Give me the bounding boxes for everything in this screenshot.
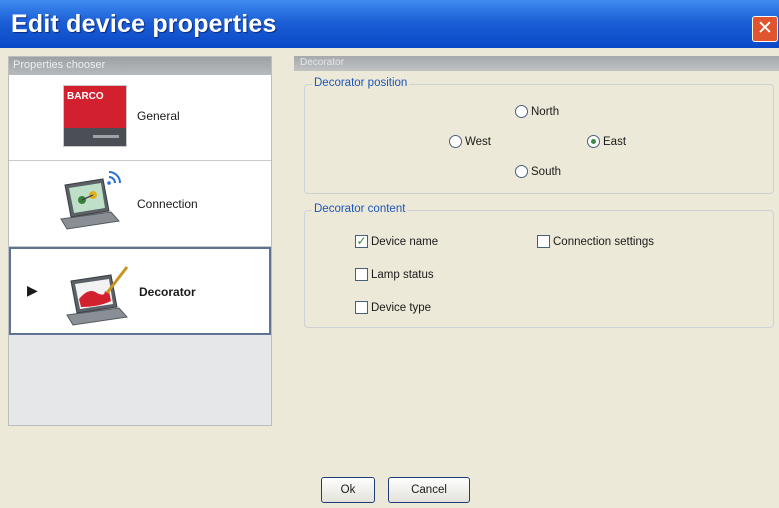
decorator-position-label: Decorator position bbox=[312, 77, 410, 89]
radio-east[interactable]: East bbox=[587, 135, 626, 148]
properties-chooser-header: Properties chooser bbox=[9, 57, 271, 75]
decorator-content-group: Decorator content ✓ Device name Connecti… bbox=[304, 203, 774, 328]
checkbox-lamp-status-label: Lamp status bbox=[371, 268, 434, 281]
properties-chooser-title: Properties chooser bbox=[13, 59, 106, 71]
checkbox-device-type-box[interactable] bbox=[355, 301, 368, 314]
selection-arrow-icon: ▶ bbox=[27, 283, 38, 299]
decorator-panel-title: Decorator bbox=[300, 57, 344, 68]
radio-south-label: South bbox=[531, 165, 562, 178]
radio-west[interactable]: West bbox=[449, 135, 491, 148]
barco-logo-text: BARCO bbox=[67, 91, 104, 102]
title-bar: Edit device properties ✕ bbox=[0, 0, 779, 48]
window-title: Edit device properties bbox=[11, 10, 277, 38]
radio-east-label: East bbox=[603, 135, 627, 148]
barco-logo-icon: BARCO bbox=[63, 85, 127, 147]
decorator-content-label: Decorator content bbox=[312, 203, 408, 215]
checkbox-device-type[interactable]: Device type bbox=[355, 301, 431, 314]
ok-button[interactable]: Ok bbox=[321, 477, 375, 503]
close-button[interactable]: ✕ bbox=[752, 16, 778, 42]
laptop-wireless-icon bbox=[60, 171, 121, 230]
checkbox-device-name[interactable]: ✓ Device name bbox=[355, 235, 438, 248]
checkbox-connection-settings-box[interactable] bbox=[537, 235, 550, 248]
decorator-panel: Decorator Decorator position North West … bbox=[294, 56, 779, 426]
radio-south[interactable]: South bbox=[515, 165, 561, 178]
radio-north-circle[interactable] bbox=[515, 105, 528, 118]
radio-south-circle[interactable] bbox=[515, 165, 528, 178]
chooser-label-decorator: Decorator bbox=[139, 285, 196, 299]
chooser-item-general[interactable]: BARCO General bbox=[9, 75, 271, 161]
checkbox-device-name-label: Device name bbox=[371, 235, 439, 248]
checkbox-connection-settings-label: Connection settings bbox=[553, 235, 655, 248]
radio-west-circle[interactable] bbox=[449, 135, 462, 148]
decorator-panel-header: Decorator bbox=[294, 56, 779, 71]
radio-north[interactable]: North bbox=[515, 105, 559, 118]
checkbox-device-name-box[interactable]: ✓ bbox=[355, 235, 368, 248]
chooser-label-general: General bbox=[137, 109, 180, 123]
checkbox-device-type-label: Device type bbox=[371, 301, 432, 314]
radio-north-label: North bbox=[531, 105, 560, 118]
radio-west-label: West bbox=[465, 135, 491, 148]
checkbox-connection-settings[interactable]: Connection settings bbox=[537, 235, 654, 248]
cancel-button[interactable]: Cancel bbox=[388, 477, 470, 503]
chooser-item-decorator[interactable]: ▶ Decorator bbox=[9, 247, 271, 335]
laptop-brush-icon bbox=[66, 266, 129, 326]
radio-east-circle[interactable] bbox=[587, 135, 600, 148]
decorator-position-group: Decorator position North West East South bbox=[304, 77, 774, 194]
chooser-item-connection[interactable]: Connection bbox=[9, 161, 271, 247]
chooser-label-connection: Connection bbox=[137, 197, 198, 211]
checkbox-lamp-status-box[interactable] bbox=[355, 268, 368, 281]
properties-chooser-panel: Properties chooser BARCO General Connect… bbox=[8, 56, 272, 426]
checkbox-lamp-status[interactable]: Lamp status bbox=[355, 268, 434, 281]
